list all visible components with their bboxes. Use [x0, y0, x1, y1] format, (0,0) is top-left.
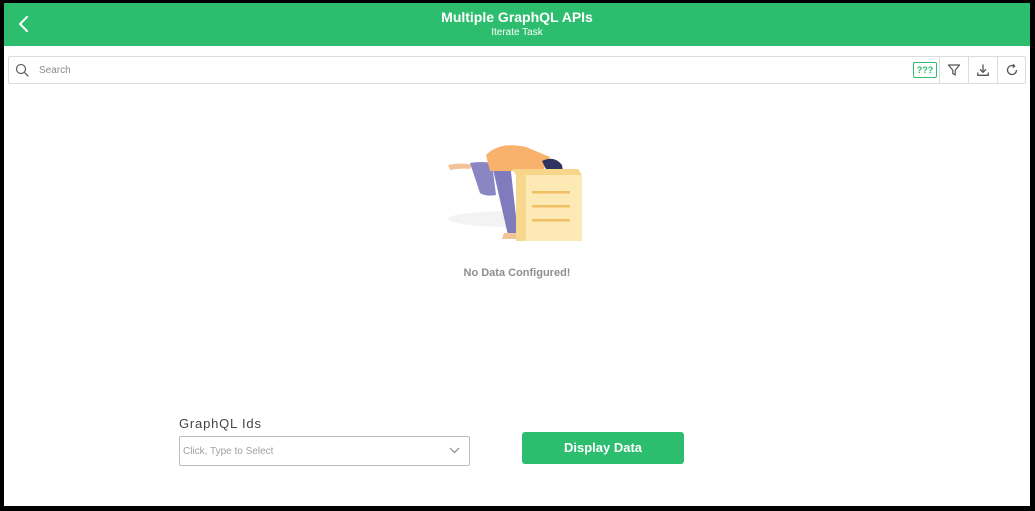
display-data-button[interactable]: Display Data — [522, 432, 684, 464]
filter-button[interactable] — [939, 57, 968, 83]
empty-state-message: No Data Configured! — [463, 267, 571, 279]
chevron-down-icon — [449, 447, 460, 454]
refresh-button[interactable] — [997, 57, 1026, 83]
page-title: Multiple GraphQL APIs — [441, 9, 593, 25]
search-bar: ??? — [8, 56, 1026, 84]
graphql-ids-input[interactable] — [183, 443, 433, 459]
graphql-ids-select[interactable] — [179, 436, 470, 466]
refresh-icon — [1006, 63, 1018, 76]
app-window: Multiple GraphQL APIs Iterate Task ??? — [4, 3, 1030, 506]
download-icon — [977, 64, 989, 76]
graphql-ids-label: GraphQL Ids — [179, 416, 262, 431]
query-badge[interactable]: ??? — [913, 62, 937, 78]
search-input[interactable] — [39, 61, 879, 80]
page-subtitle: Iterate Task — [491, 27, 543, 38]
header-bar: Multiple GraphQL APIs Iterate Task — [4, 3, 1030, 46]
download-button[interactable] — [968, 57, 997, 83]
no-data-illustration — [448, 145, 582, 241]
filter-icon — [947, 64, 961, 76]
search-icon — [15, 63, 29, 82]
